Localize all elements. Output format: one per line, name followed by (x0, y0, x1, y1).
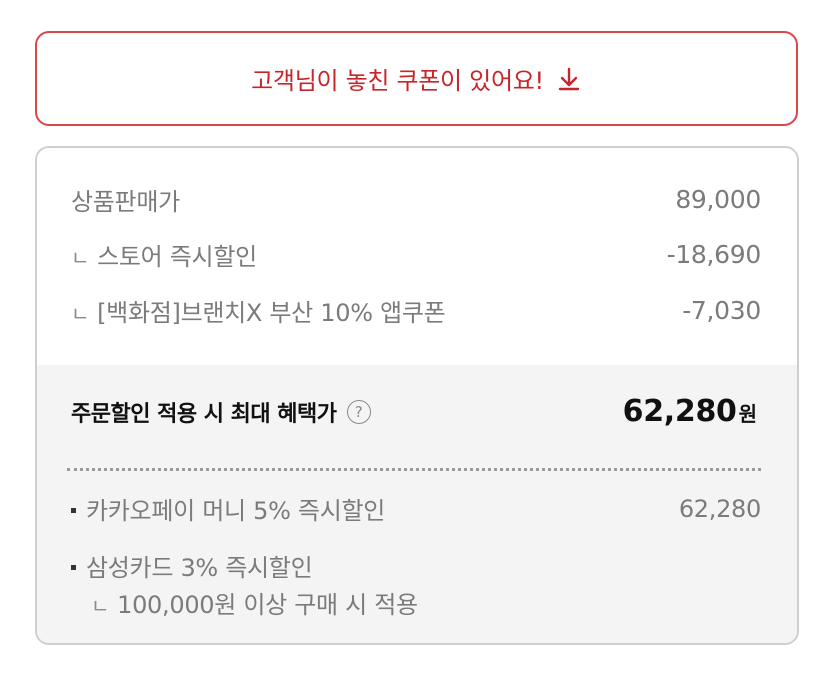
payment-benefit-samsungcard: 삼성카드 3% 즉시할인 (71, 548, 761, 583)
payment-benefit-label: 삼성카드 3% 즉시할인 (71, 548, 313, 583)
price-row-label: ㄴ [백화점]브랜치X 부산 10% 앱쿠폰 (71, 299, 446, 327)
price-row-sale-price: 상품판매가 89,000 (71, 182, 761, 217)
download-arrow-icon (556, 66, 582, 92)
currency-unit: 원 (738, 402, 757, 426)
price-breakdown-section: 상품판매가 89,000 ㄴ 스토어 즉시할인 -18,690 ㄴ [백화점]브랜치… (37, 148, 797, 365)
price-row-app-coupon: ㄴ [백화점]브랜치X 부산 10% 앱쿠폰 -7,030 (71, 293, 761, 328)
bullet-icon (71, 507, 76, 513)
price-row-value: -7,030 (682, 296, 761, 325)
price-row-store-discount: ㄴ 스토어 즉시할인 -18,690 (71, 237, 761, 272)
sub-item-prefix: ㄴ (71, 302, 90, 326)
max-benefit-label: 주문할인 적용 시 최대 혜택가 ? (71, 396, 371, 428)
bullet-icon (71, 564, 76, 570)
payment-benefit-condition: ㄴ 100,000원 이상 구매 시 적용 (91, 591, 418, 619)
payment-benefit-label: 카카오페이 머니 5% 즉시할인 (71, 491, 385, 526)
price-row-value: 89,000 (675, 185, 761, 214)
missed-coupon-text: 고객님이 놓친 쿠폰이 있어요! (251, 67, 544, 95)
dotted-divider (67, 468, 761, 471)
help-icon[interactable]: ? (346, 399, 371, 424)
price-summary-card: 상품판매가 89,000 ㄴ 스토어 즉시할인 -18,690 ㄴ [백화점]브랜치… (35, 146, 799, 645)
max-benefit-price-row: 주문할인 적용 시 최대 혜택가 ? 62,280 원 (71, 394, 757, 429)
sub-item-prefix: ㄴ (91, 594, 110, 618)
price-row-label: 상품판매가 (71, 188, 180, 216)
price-row-label: ㄴ 스토어 즉시할인 (71, 243, 257, 271)
payment-benefit-value: 62,280 (678, 494, 761, 523)
max-benefit-price: 62,280 원 (623, 394, 757, 429)
payment-benefit-kakaopay: 카카오페이 머니 5% 즉시할인 62,280 (71, 491, 761, 526)
sub-item-prefix: ㄴ (71, 246, 90, 270)
max-benefit-amount: 62,280 (622, 394, 737, 429)
price-row-value: -18,690 (666, 240, 762, 269)
missed-coupon-banner[interactable]: 고객님이 놓친 쿠폰이 있어요! (35, 31, 798, 126)
